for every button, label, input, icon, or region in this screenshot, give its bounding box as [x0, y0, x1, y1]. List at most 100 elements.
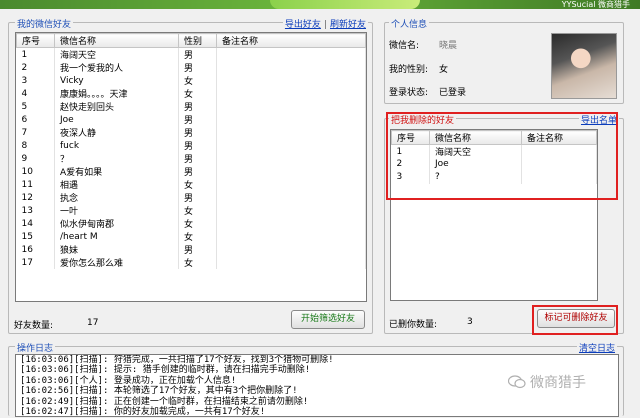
- friend-no-cell: 5: [16, 100, 55, 113]
- friend-remark-cell: [216, 61, 366, 74]
- friend-count-value: 17: [87, 318, 99, 328]
- profile-avatar: [551, 33, 617, 99]
- friend-name-cell: A爱有如果: [54, 165, 179, 178]
- log-line: [16:02:47][扫描]: 你的好友加载完成，一共有17个好友!: [20, 407, 266, 417]
- friend-row[interactable]: 1 海阔天空男: [16, 47, 366, 61]
- friend-gender-cell: 女: [178, 74, 217, 87]
- friend-name-cell: 爱你怎么那么难: [54, 256, 179, 269]
- link-separator: |: [323, 20, 327, 30]
- friend-row[interactable]: 8 fuck 男: [16, 139, 366, 152]
- friends-table: 序号 微信名称 性别 备注名称 1 海阔天空男 2 我一个爱我的人男 3 Vicky 女 4 康…: [16, 33, 366, 269]
- friend-name-cell: 夜深人静: [54, 126, 179, 139]
- friend-gender-cell: 女: [178, 217, 217, 230]
- friend-name-cell: Vicky: [54, 74, 179, 87]
- friend-gender-cell: 男: [178, 191, 217, 204]
- friend-row[interactable]: 5 赵快走别回头男: [16, 100, 366, 113]
- login-status-value: 已登录: [439, 88, 467, 98]
- friend-gender-cell: 女: [178, 204, 217, 217]
- friend-row[interactable]: 7 夜深人静男: [16, 126, 366, 139]
- friend-remark-cell: [216, 139, 366, 152]
- friend-row[interactable]: 12 执念男: [16, 191, 366, 204]
- friend-remark-cell: [216, 165, 366, 178]
- friend-row[interactable]: 15/heart M女: [16, 230, 366, 243]
- friend-remark-cell: [216, 47, 366, 61]
- my-gender-label: 我的性别:: [389, 65, 429, 75]
- friend-no-cell: 1: [16, 47, 55, 61]
- friend-row[interactable]: 6 Joe 男: [16, 113, 366, 126]
- friend-name-cell: 狼妹: [54, 243, 179, 256]
- friend-name-cell: 海阔天空: [54, 47, 179, 61]
- log-title: 操作日志: [15, 341, 56, 354]
- friend-row[interactable]: 14 似水伊甸南郡女: [16, 217, 366, 230]
- friend-remark-cell: [216, 243, 366, 256]
- friend-gender-cell: 男: [178, 100, 217, 113]
- friend-name-cell: 似水伊甸南郡: [54, 217, 179, 230]
- column-header[interactable]: 备注名称: [216, 33, 366, 48]
- log-actions: 清空日志: [576, 341, 617, 354]
- friend-no-cell: 4: [16, 87, 55, 100]
- friend-remark-cell: [216, 217, 366, 230]
- friend-no-cell: 15: [16, 230, 55, 243]
- friend-no-cell: 12: [16, 191, 55, 204]
- friend-remark-cell: [216, 126, 366, 139]
- my-gender-value: 女: [439, 65, 449, 75]
- friend-no-cell: 2: [16, 61, 55, 74]
- friend-no-cell: 17: [16, 256, 55, 269]
- friend-row[interactable]: 9？男: [16, 152, 366, 165]
- friend-no-cell: 3: [16, 74, 55, 87]
- deleted-count-label: 已删你数量:: [389, 320, 438, 330]
- export-friends-link[interactable]: 导出好友: [285, 20, 321, 30]
- friend-no-cell: 16: [16, 243, 55, 256]
- column-header[interactable]: 微信名称: [54, 33, 179, 48]
- friend-name-cell: 我一个爱我的人: [54, 61, 179, 74]
- friend-remark-cell: [216, 191, 366, 204]
- friend-row[interactable]: 11 相遇女: [16, 178, 366, 191]
- deleted-count-value: 3: [467, 317, 473, 327]
- friend-name-cell: 赵快走别回头: [54, 100, 179, 113]
- friend-no-cell: 14: [16, 217, 55, 230]
- friend-row[interactable]: 13 一叶女: [16, 204, 366, 217]
- friend-no-cell: 6: [16, 113, 55, 126]
- friend-name-cell: 一叶: [54, 204, 179, 217]
- friend-no-cell: 13: [16, 204, 55, 217]
- friend-no-cell: 8: [16, 139, 55, 152]
- friend-row[interactable]: 3 Vicky 女: [16, 74, 366, 87]
- friend-name-cell: 执念: [54, 191, 179, 204]
- highlight-deleted-list: [386, 112, 618, 200]
- personal-info-title: 个人信息: [389, 17, 430, 30]
- friend-row[interactable]: 16 狼妹男: [16, 243, 366, 256]
- friend-row[interactable]: 4 康康娟。。。。天津女: [16, 87, 366, 100]
- log-line: [16:02:49][扫描]: 正在创建一个临时群，在扫描结束之前请勿删除!: [20, 396, 309, 407]
- column-header[interactable]: 序号: [16, 33, 55, 48]
- friend-no-cell: 7: [16, 126, 55, 139]
- wechat-name-label: 微信名:: [389, 41, 420, 51]
- friend-name-cell: Joe: [54, 113, 179, 126]
- friends-list[interactable]: 序号 微信名称 性别 备注名称 1 海阔天空男 2 我一个爱我的人男 3 Vicky 女 4 康…: [15, 32, 367, 302]
- friend-remark-cell: [216, 230, 366, 243]
- friend-gender-cell: 男: [178, 165, 217, 178]
- friend-no-cell: 11: [16, 178, 55, 191]
- friend-row[interactable]: 10 A爱有如果男: [16, 165, 366, 178]
- friend-name-cell: 康康娟。。。。天津: [54, 87, 179, 100]
- start-scan-button[interactable]: 开始筛选好友: [291, 310, 365, 329]
- friend-gender-cell: 男: [178, 113, 217, 126]
- personal-info-group: 个人信息 微信名: 晓晨 我的性别: 女 登录状态: 已登录: [384, 17, 624, 104]
- column-header[interactable]: 性别: [178, 33, 217, 48]
- watermark: 微商猎手: [508, 372, 586, 392]
- friend-row[interactable]: 2 我一个爱我的人男: [16, 61, 366, 74]
- friend-count-label: 好友数量:: [14, 321, 54, 331]
- friend-row[interactable]: 17 爱你怎么那么难女: [16, 256, 366, 269]
- friends-header-row: 序号 微信名称 性别 备注名称: [16, 33, 366, 48]
- wechat-name-value: 晓晨: [439, 41, 458, 51]
- friend-remark-cell: [216, 256, 366, 269]
- friend-gender-cell: 男: [178, 61, 217, 74]
- friend-name-cell: fuck: [54, 139, 179, 152]
- friend-remark-cell: [216, 152, 366, 165]
- refresh-friends-link[interactable]: 刷新好友: [330, 20, 366, 30]
- clear-log-link[interactable]: 清空日志: [579, 344, 615, 354]
- friend-gender-cell: 男: [178, 243, 217, 256]
- friend-gender-cell: 女: [178, 87, 217, 100]
- watermark-text: 微商猎手: [530, 375, 586, 391]
- friend-gender-cell: 男: [178, 152, 217, 165]
- friend-gender-cell: 男: [178, 139, 217, 152]
